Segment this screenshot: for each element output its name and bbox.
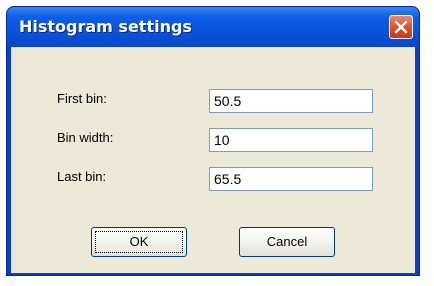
close-icon	[394, 20, 408, 34]
bin-width-label: Bin width:	[57, 130, 114, 145]
title-bar[interactable]: Histogram settings	[7, 7, 419, 47]
first-bin-label: First bin:	[57, 91, 107, 106]
cancel-button[interactable]: Cancel	[239, 227, 335, 257]
last-bin-field[interactable]: 65.5	[209, 167, 373, 191]
close-button[interactable]	[389, 15, 413, 39]
cancel-button-label: Cancel	[266, 234, 308, 249]
bin-width-field[interactable]: 10	[209, 128, 373, 152]
first-bin-field[interactable]: 50.5	[209, 89, 373, 113]
ok-button-label: OK	[129, 234, 149, 249]
last-bin-label: Last bin:	[57, 169, 107, 184]
window-title: Histogram settings	[19, 17, 192, 36]
dialog-body: First bin: 50.5 Bin width: 10 Last bin: …	[11, 47, 415, 273]
ok-button[interactable]: OK	[91, 227, 187, 257]
dialog-window: Histogram settings First bin: 50.5 Bin w…	[6, 6, 420, 276]
